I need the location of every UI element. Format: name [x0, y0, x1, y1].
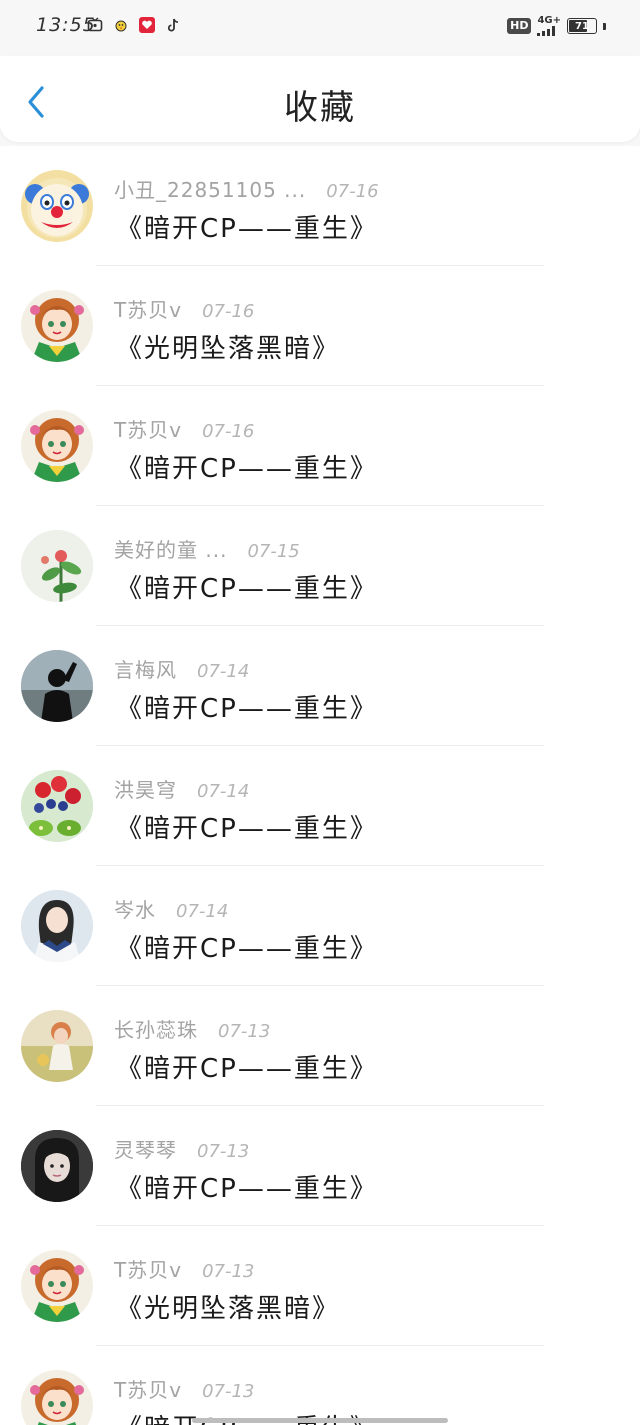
author-name[interactable]: 小丑_22851105 ... [114, 174, 306, 203]
favorite-item[interactable]: T苏贝v 07-13 《光明坠落黑暗》 [0, 1226, 640, 1346]
avatar[interactable] [21, 170, 93, 242]
item-title: 《暗开CP——重生》 [116, 454, 378, 484]
item-meta: 美好的童 ... 07-15 [114, 534, 300, 563]
author-name[interactable]: T苏贝v [114, 1374, 182, 1403]
item-meta: T苏贝v 07-13 [114, 1374, 254, 1403]
item-meta: 灵琴琴 07-13 [114, 1134, 249, 1163]
avatar[interactable] [21, 770, 93, 842]
item-title: 《暗开CP——重生》 [116, 694, 378, 724]
author-name[interactable]: T苏贝v [114, 414, 182, 443]
home-indicator[interactable] [192, 1418, 448, 1423]
favorite-item[interactable]: 美好的童 ... 07-15 《暗开CP——重生》 [0, 506, 640, 626]
post-date: 07-16 [326, 181, 379, 202]
item-title: 《光明坠落黑暗》 [116, 1294, 341, 1324]
notification-icons [86, 16, 182, 34]
favorite-item[interactable]: 言梅风 07-14 《暗开CP——重生》 [0, 626, 640, 746]
status-bar: 13:55 HD 4G+ 71 [0, 0, 640, 56]
favorite-item[interactable]: 洪昊穹 07-14 《暗开CP——重生》 [0, 746, 640, 866]
favorite-item[interactable]: 灵琴琴 07-13 《暗开CP——重生》 [0, 1106, 640, 1226]
item-meta: T苏贝v 07-16 [114, 414, 254, 443]
avatar[interactable] [21, 530, 93, 602]
post-date: 07-16 [202, 421, 255, 442]
avatar[interactable] [21, 650, 93, 722]
item-meta: T苏贝v 07-13 [114, 1254, 254, 1283]
page-title: 收藏 [284, 88, 356, 128]
author-name[interactable]: T苏贝v [114, 1254, 182, 1283]
item-meta: 长孙蕊珠 07-13 [114, 1014, 270, 1043]
post-date: 07-16 [202, 301, 255, 322]
item-title: 《暗开CP——重生》 [116, 1174, 378, 1204]
item-meta: 岑水 07-14 [114, 894, 228, 923]
battery-cap [603, 22, 606, 30]
network-type: 4G+ [537, 15, 561, 26]
post-date: 07-14 [197, 781, 250, 802]
avatar[interactable] [21, 1130, 93, 1202]
avatar[interactable] [21, 1250, 93, 1322]
post-date: 07-14 [176, 901, 229, 922]
battery-icon: 71 [567, 18, 597, 34]
favorite-item[interactable]: 岑水 07-14 《暗开CP——重生》 [0, 866, 640, 986]
author-name[interactable]: 岑水 [114, 894, 156, 923]
avatar[interactable] [21, 1370, 93, 1425]
author-name[interactable]: 美好的童 ... [114, 534, 227, 563]
hd-badge: HD [507, 18, 532, 34]
favorites-list: 小丑_22851105 ... 07-16 《暗开CP——重生》 T苏贝v 07-16 《… [0, 146, 640, 1425]
item-title: 《暗开CP——重生》 [116, 1054, 378, 1084]
avatar[interactable] [21, 890, 93, 962]
tv-app-icon [86, 16, 104, 34]
avatar[interactable] [21, 290, 93, 362]
page-header: 收藏 [0, 56, 640, 142]
post-date: 07-13 [197, 1141, 250, 1162]
red-app-icon [138, 16, 156, 34]
avatar[interactable] [21, 410, 93, 482]
favorite-item[interactable]: 长孙蕊珠 07-13 《暗开CP——重生》 [0, 986, 640, 1106]
post-date: 07-13 [218, 1021, 271, 1042]
author-name[interactable]: 灵琴琴 [114, 1134, 177, 1163]
item-title: 《暗开CP——重生》 [116, 574, 378, 604]
post-date: 07-14 [197, 661, 250, 682]
favorites-screen: 13:55 HD 4G+ 71 收藏 小丑_22851105 ... 07-16… [0, 0, 640, 1425]
favorite-item[interactable]: T苏贝v 07-16 《光明坠落黑暗》 [0, 266, 640, 386]
douyin-app-icon [164, 16, 182, 34]
author-name[interactable]: T苏贝v [114, 294, 182, 323]
author-name[interactable]: 洪昊穹 [114, 774, 177, 803]
post-date: 07-13 [202, 1261, 255, 1282]
network-indicator: 4G+ [537, 16, 561, 36]
favorite-item[interactable]: T苏贝v 07-16 《暗开CP——重生》 [0, 386, 640, 506]
author-name[interactable]: 言梅风 [114, 654, 177, 683]
avatar[interactable] [21, 1010, 93, 1082]
item-title: 《暗开CP——重生》 [116, 214, 378, 244]
item-meta: 洪昊穹 07-14 [114, 774, 249, 803]
post-date: 07-13 [202, 1381, 255, 1402]
item-meta: 小丑_22851105 ... 07-16 [114, 174, 379, 203]
status-right-icons: HD 4G+ 71 [507, 16, 606, 36]
item-title: 《暗开CP——重生》 [116, 814, 378, 844]
chick-app-icon [112, 16, 130, 34]
favorite-item[interactable]: 小丑_22851105 ... 07-16 《暗开CP——重生》 [0, 146, 640, 266]
item-title: 《暗开CP——重生》 [116, 934, 378, 964]
battery-level: 71 [575, 20, 589, 32]
item-title: 《光明坠落黑暗》 [116, 334, 341, 364]
post-date: 07-15 [247, 541, 300, 562]
favorite-item[interactable]: T苏贝v07-13《暗开CP——重生》 [0, 1346, 640, 1425]
signal-icon [537, 26, 556, 36]
item-meta: 言梅风 07-14 [114, 654, 249, 683]
item-meta: T苏贝v 07-16 [114, 294, 254, 323]
author-name[interactable]: 长孙蕊珠 [114, 1014, 198, 1043]
